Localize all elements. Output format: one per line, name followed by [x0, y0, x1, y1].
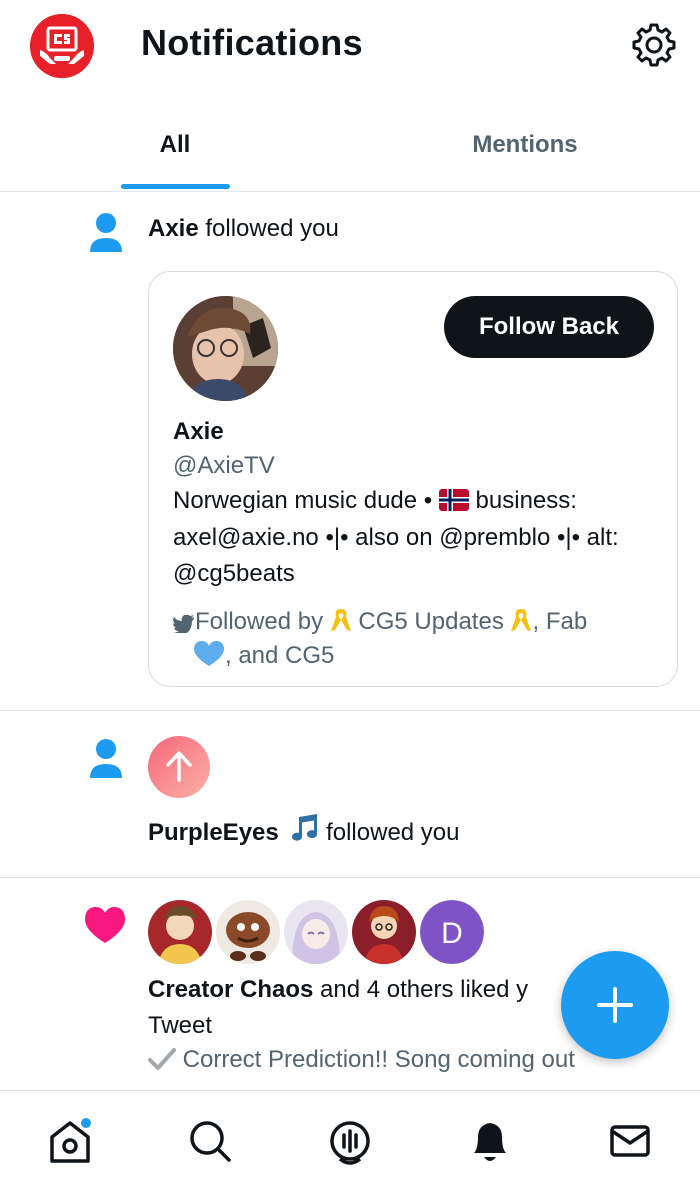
bio-text-part1: Norwegian music dude •: [173, 487, 433, 514]
tweet-preview[interactable]: Correct Prediction!! Song coming out: [148, 1046, 575, 1078]
avatar[interactable]: [284, 900, 348, 964]
tweet-preview-text: Correct Prediction!! Song coming out: [182, 1046, 575, 1073]
music-note-icon: [285, 814, 319, 851]
bird-icon: [172, 611, 195, 641]
mail-icon[interactable]: [600, 1111, 660, 1171]
person-icon: [88, 212, 124, 259]
norway-flag-icon: [438, 486, 469, 511]
bottom-nav: [0, 1090, 700, 1200]
plus-icon: [597, 987, 633, 1023]
divider: [0, 710, 700, 711]
heart-icon: [84, 906, 126, 949]
avatar-letter: D: [441, 917, 463, 950]
followed-by-name[interactable]: CG5 Updates: [358, 608, 503, 635]
active-tab-indicator: [121, 184, 230, 189]
page-title: Notifications: [141, 22, 363, 63]
notification-action-line2: Tweet: [148, 1012, 213, 1039]
notification-action: and 4 others liked y: [320, 976, 529, 1003]
user-name[interactable]: Axie: [148, 215, 199, 242]
compose-tweet-button[interactable]: [561, 951, 669, 1059]
check-icon: [148, 1047, 176, 1078]
avatar[interactable]: D: [420, 900, 484, 964]
user-name[interactable]: PurpleEyes: [148, 819, 279, 846]
user-card[interactable]: Follow Back Axie @AxieTV Norwegian music…: [148, 271, 678, 687]
notification-text[interactable]: PurpleEyes followed you: [148, 814, 460, 851]
tab-all[interactable]: All: [0, 100, 350, 191]
follow-back-button[interactable]: Follow Back: [444, 296, 654, 358]
tab-mentions[interactable]: Mentions: [350, 100, 700, 191]
avatar[interactable]: [148, 900, 212, 964]
home-icon[interactable]: [40, 1111, 100, 1171]
followed-by: Followed by CG5 Updates , Fab , and CG5: [172, 607, 663, 675]
yellow-ribbon-icon: [510, 607, 532, 641]
card-handle[interactable]: @AxieTV: [173, 452, 275, 480]
search-icon[interactable]: [180, 1111, 240, 1171]
notification-action: followed you: [326, 819, 460, 846]
user-name[interactable]: Creator Chaos: [148, 976, 313, 1003]
spaces-icon[interactable]: [320, 1111, 380, 1171]
bell-icon[interactable]: [460, 1111, 520, 1171]
divider: [0, 877, 700, 878]
avatar[interactable]: [173, 296, 278, 401]
card-bio: Norwegian music dude • business: axel@ax…: [173, 483, 653, 593]
notification-action: followed you: [205, 215, 339, 242]
notification-text[interactable]: Creator Chaos and 4 others liked y: [148, 976, 528, 1004]
yellow-ribbon-icon: [330, 607, 352, 641]
person-icon: [88, 738, 124, 785]
blue-heart-icon: [193, 641, 225, 675]
avatar[interactable]: [216, 900, 280, 964]
header: Notifications: [0, 0, 700, 96]
avatar[interactable]: [352, 900, 416, 964]
avatar[interactable]: [148, 736, 210, 803]
followed-by-sep[interactable]: , Fab: [532, 608, 587, 635]
followed-by-suffix[interactable]: , and CG5: [225, 642, 334, 669]
gear-icon[interactable]: [630, 21, 678, 69]
card-name[interactable]: Axie: [173, 418, 224, 446]
cg5-logo-icon[interactable]: [30, 14, 94, 78]
tab-bar: All Mentions: [0, 100, 700, 192]
notification-text[interactable]: Axie followed you: [148, 215, 339, 243]
followed-by-prefix: Followed by: [195, 608, 324, 635]
